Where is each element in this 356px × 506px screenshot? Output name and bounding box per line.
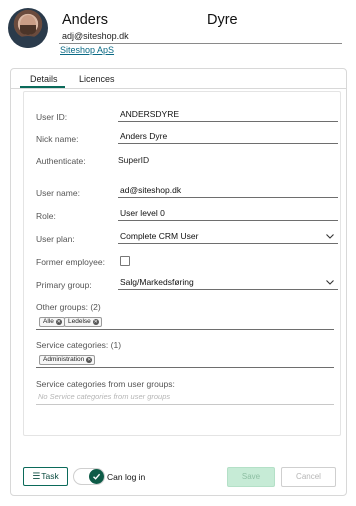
service-categories-groups-field: No Service categories from user groups — [36, 391, 334, 405]
service-categories-label: Service categories: (1) — [36, 340, 122, 350]
can-log-in-label: Can log in — [107, 472, 146, 482]
check-icon — [89, 469, 104, 484]
company-link[interactable]: Siteshop ApS — [60, 45, 114, 55]
tab-details[interactable]: Details — [30, 74, 58, 84]
former-employee-label: Former employee: — [36, 257, 105, 267]
service-category-tag: Administration ✕ — [39, 355, 96, 365]
other-groups-field[interactable]: Alle ✕ Ledelse ✕ — [36, 316, 334, 330]
other-groups-label: Other groups: (2) — [36, 302, 101, 312]
chevron-down-icon — [326, 234, 334, 239]
user-panel: Details Licences User ID: ANDERSDYRE Nic… — [10, 68, 347, 496]
last-name-field[interactable]: Dyre — [207, 12, 238, 28]
primary-group-value: Salg/Markedsføring — [120, 277, 194, 287]
details-form: User ID: ANDERSDYRE Nick name: Anders Dy… — [23, 91, 341, 436]
service-categories-field[interactable]: Administration ✕ — [36, 354, 334, 368]
user-plan-label: User plan: — [36, 234, 75, 244]
user-plan-value: Complete CRM User — [120, 231, 199, 241]
user-header: Anders Dyre adj@siteshop.dk Siteshop ApS — [0, 0, 356, 60]
chevron-down-icon — [326, 280, 334, 285]
tab-licences[interactable]: Licences — [79, 74, 115, 84]
user-name-label: User name: — [36, 188, 80, 198]
authenticate-value: SuperID — [118, 155, 150, 165]
avatar — [8, 8, 48, 48]
cancel-button[interactable]: Cancel — [281, 467, 336, 487]
remove-tag-icon[interactable]: ✕ — [86, 357, 93, 363]
user-name-input[interactable]: ad@siteshop.dk — [118, 184, 338, 198]
menu-icon: ☰ — [32, 471, 41, 481]
first-name-field[interactable]: Anders — [62, 12, 108, 28]
role-input[interactable]: User level 0 — [118, 207, 338, 221]
can-log-in-toggle[interactable] — [73, 468, 105, 485]
authenticate-label: Authenticate: — [36, 156, 86, 166]
user-id-input[interactable]: ANDERSDYRE — [118, 108, 338, 122]
primary-group-label: Primary group: — [36, 280, 92, 290]
user-id-label: User ID: — [36, 112, 68, 122]
name-row: Anders Dyre — [62, 12, 332, 30]
former-employee-checkbox[interactable] — [120, 256, 130, 266]
active-tab-indicator — [20, 86, 65, 88]
task-button-label: Task — [41, 471, 59, 481]
task-button[interactable]: ☰Task — [23, 467, 68, 486]
remove-tag-icon[interactable]: ✕ — [92, 319, 99, 325]
group-tag: Alle ✕ — [39, 317, 65, 327]
role-label: Role: — [36, 211, 56, 221]
group-tag: Ledelse ✕ — [64, 317, 102, 327]
primary-group-select[interactable]: Salg/Markedsføring — [118, 276, 338, 290]
service-categories-groups-label: Service categories from user groups: — [36, 379, 175, 389]
email-field[interactable]: adj@siteshop.dk — [59, 30, 342, 44]
nick-name-label: Nick name: — [36, 134, 79, 144]
tab-bar: Details Licences — [11, 69, 346, 89]
user-plan-select[interactable]: Complete CRM User — [118, 230, 338, 244]
save-button[interactable]: Save — [227, 467, 275, 487]
nick-name-input[interactable]: Anders Dyre — [118, 130, 338, 144]
remove-tag-icon[interactable]: ✕ — [55, 319, 62, 325]
